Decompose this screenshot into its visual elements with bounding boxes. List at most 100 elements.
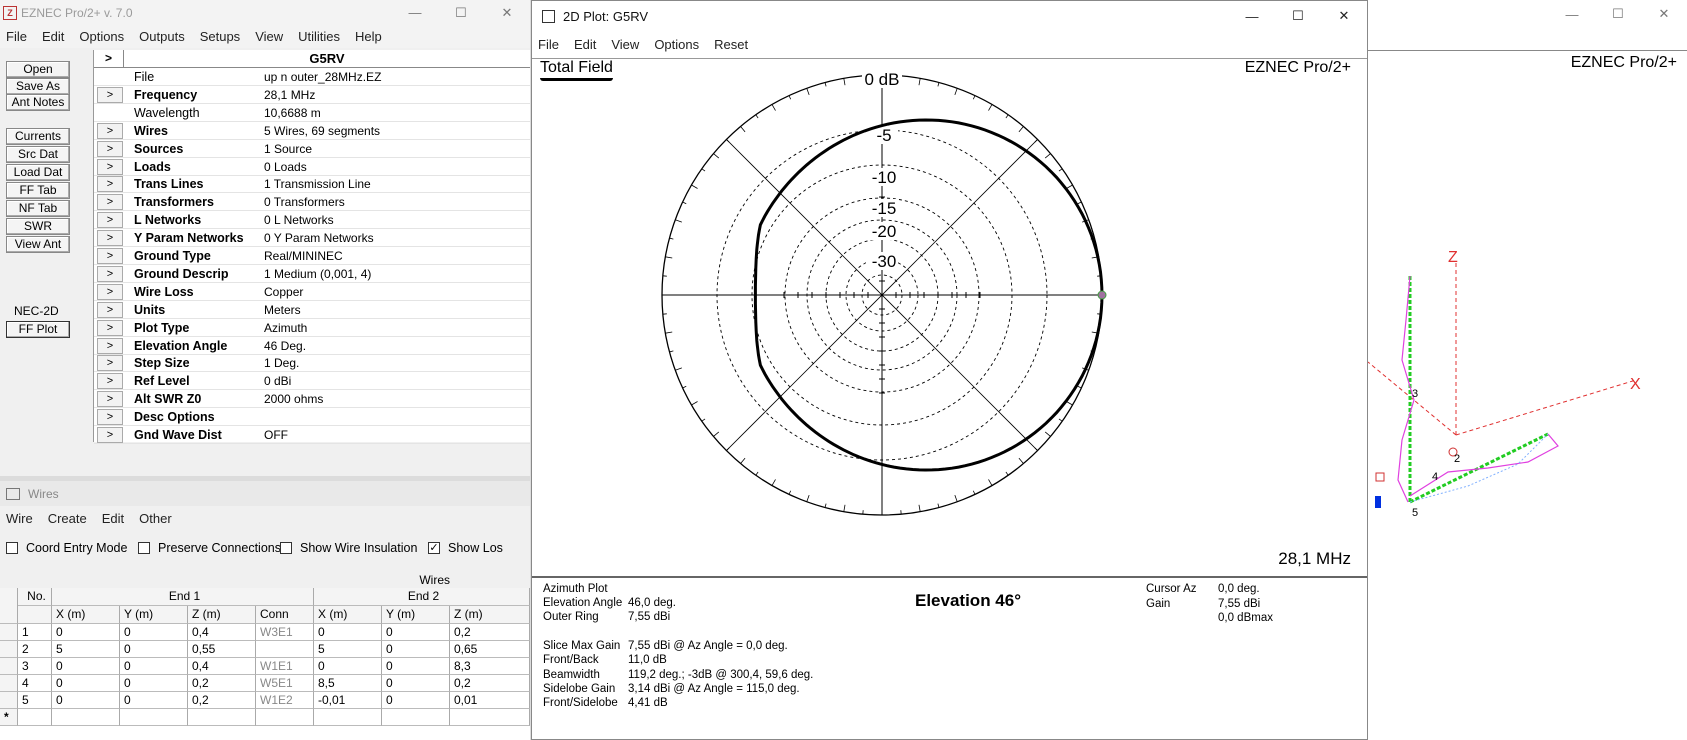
- menu-wire[interactable]: Wire: [0, 511, 42, 526]
- header-arrow[interactable]: >: [94, 50, 124, 68]
- wire-cell[interactable]: 0,4: [188, 624, 256, 641]
- param-row-gnd-wave-dist[interactable]: > Gnd Wave Dist OFF: [94, 426, 530, 444]
- menu-help[interactable]: Help: [349, 29, 391, 44]
- menu-edit[interactable]: Edit: [96, 511, 133, 526]
- new-row-cell[interactable]: [382, 709, 450, 726]
- param-row-units[interactable]: > Units Meters: [94, 301, 530, 319]
- nf-tab-button[interactable]: NF Tab: [6, 200, 70, 217]
- row-selector[interactable]: [0, 641, 18, 658]
- minimize-button[interactable]: —: [392, 0, 438, 25]
- new-row-cell[interactable]: [188, 709, 256, 726]
- param-row-sources[interactable]: > Sources 1 Source: [94, 140, 530, 158]
- wire-cell[interactable]: 0,2: [188, 675, 256, 692]
- param-row-ground-type[interactable]: > Ground Type Real/MININEC: [94, 247, 530, 265]
- menu-edit[interactable]: Edit: [568, 37, 605, 52]
- wire-cell[interactable]: 0: [120, 624, 188, 641]
- wire-cell[interactable]: 0: [382, 624, 450, 641]
- new-row-marker[interactable]: *: [0, 709, 18, 726]
- param-row-plot-type[interactable]: > Plot Type Azimuth: [94, 319, 530, 337]
- param-row-frequency[interactable]: > Frequency 28,1 MHz: [94, 86, 530, 104]
- view-ant-button[interactable]: View Ant: [6, 236, 70, 253]
- wire-cell[interactable]: 0: [120, 692, 188, 709]
- checkbox-show-los[interactable]: ✓ Show Los: [428, 541, 503, 555]
- param-expand-button[interactable]: >: [97, 122, 123, 139]
- param-expand-button[interactable]: >: [97, 176, 123, 193]
- menu-file[interactable]: File: [532, 37, 568, 52]
- param-expand-button[interactable]: >: [97, 158, 123, 175]
- menu-utilities[interactable]: Utilities: [292, 29, 349, 44]
- menu-reset[interactable]: Reset: [708, 37, 757, 52]
- wire-cell[interactable]: 0: [382, 658, 450, 675]
- param-row-file[interactable]: File up n outer_28MHz.EZ: [94, 68, 530, 86]
- menu-edit[interactable]: Edit: [36, 29, 73, 44]
- wire-cell[interactable]: 0,01: [450, 692, 530, 709]
- new-row-cell[interactable]: [314, 709, 382, 726]
- wire-cell[interactable]: 5: [52, 641, 120, 658]
- polar-plot[interactable]: 0 dB -5 -10 -15 -20 -30: [532, 59, 1368, 577]
- param-row-l-networks[interactable]: > L Networks 0 L Networks: [94, 211, 530, 230]
- menu-other[interactable]: Other: [133, 511, 181, 526]
- param-expand-button[interactable]: >: [97, 409, 123, 426]
- maximize-button[interactable]: ☐: [438, 0, 484, 25]
- row-selector[interactable]: [0, 675, 18, 692]
- menu-outputs[interactable]: Outputs: [133, 29, 194, 44]
- param-expand-button[interactable]: >: [97, 230, 123, 247]
- new-row-cell[interactable]: [256, 709, 314, 726]
- param-expand-button[interactable]: >: [97, 373, 123, 390]
- wire-cell[interactable]: [256, 641, 314, 658]
- ant-notes-button[interactable]: Ant Notes: [6, 94, 70, 111]
- wire-cell[interactable]: 0: [382, 675, 450, 692]
- param-row-desc-options[interactable]: > Desc Options: [94, 408, 530, 427]
- new-row-cell[interactable]: [18, 709, 52, 726]
- swr-button[interactable]: SWR: [6, 218, 70, 235]
- param-row-loads[interactable]: > Loads 0 Loads: [94, 158, 530, 176]
- wire-cell[interactable]: 0,2: [450, 624, 530, 641]
- wire-cell[interactable]: 0,4: [188, 658, 256, 675]
- wire-cell[interactable]: -0,01: [314, 692, 382, 709]
- wire-cell[interactable]: 0: [52, 658, 120, 675]
- plot-minimize-button[interactable]: —: [1229, 1, 1275, 31]
- wire-cell[interactable]: 0: [120, 675, 188, 692]
- plot-close-button[interactable]: ✕: [1321, 1, 1367, 31]
- new-row-cell[interactable]: [450, 709, 530, 726]
- antenna-3d-view[interactable]: Z X 3 4 2 5: [1368, 0, 1687, 740]
- wire-cell[interactable]: 0: [52, 692, 120, 709]
- ff-plot-button[interactable]: FF Plot: [6, 321, 70, 338]
- param-expand-button[interactable]: >: [97, 283, 123, 300]
- param-row-step-size[interactable]: > Step Size 1 Deg.: [94, 354, 530, 373]
- wire-cell[interactable]: 0: [52, 624, 120, 641]
- wire-cell[interactable]: 0,2: [188, 692, 256, 709]
- wire-cell[interactable]: 0: [120, 641, 188, 658]
- close-button[interactable]: ✕: [484, 0, 530, 25]
- param-expand-button[interactable]: >: [97, 319, 123, 336]
- menu-options[interactable]: Options: [73, 29, 133, 44]
- param-expand-button[interactable]: >: [97, 212, 123, 229]
- param-row-wire-loss[interactable]: > Wire Loss Copper: [94, 283, 530, 301]
- wire-cell[interactable]: 0,2: [450, 675, 530, 692]
- wire-cell[interactable]: 2: [18, 641, 52, 658]
- param-expand-button[interactable]: >: [97, 248, 123, 264]
- new-row-cell[interactable]: [52, 709, 120, 726]
- param-expand-button[interactable]: >: [97, 355, 123, 372]
- wire-cell[interactable]: 0,65: [450, 641, 530, 658]
- wire-cell[interactable]: 4: [18, 675, 52, 692]
- menu-setups[interactable]: Setups: [194, 29, 249, 44]
- new-row-cell[interactable]: [120, 709, 188, 726]
- param-expand-button[interactable]: >: [97, 140, 123, 157]
- menu-file[interactable]: File: [0, 29, 36, 44]
- wire-cell[interactable]: 1: [18, 624, 52, 641]
- param-row-wires[interactable]: > Wires 5 Wires, 69 segments: [94, 122, 530, 140]
- checkbox-preserve-connections[interactable]: Preserve Connections: [138, 541, 281, 555]
- param-expand-button[interactable]: >: [97, 391, 123, 408]
- param-expand-button[interactable]: >: [97, 194, 123, 211]
- param-row-ref-level[interactable]: > Ref Level 0 dBi: [94, 372, 530, 391]
- param-expand-button[interactable]: >: [97, 301, 123, 318]
- save-as-button[interactable]: Save As: [6, 77, 70, 95]
- wire-cell[interactable]: 0: [120, 658, 188, 675]
- param-expand-button[interactable]: >: [97, 337, 123, 354]
- wire-cell[interactable]: 0: [382, 641, 450, 658]
- checkbox-box[interactable]: [280, 542, 292, 554]
- plot-maximize-button[interactable]: ☐: [1275, 1, 1321, 31]
- param-expand-button[interactable]: >: [97, 265, 123, 282]
- checkbox-box[interactable]: [6, 542, 18, 554]
